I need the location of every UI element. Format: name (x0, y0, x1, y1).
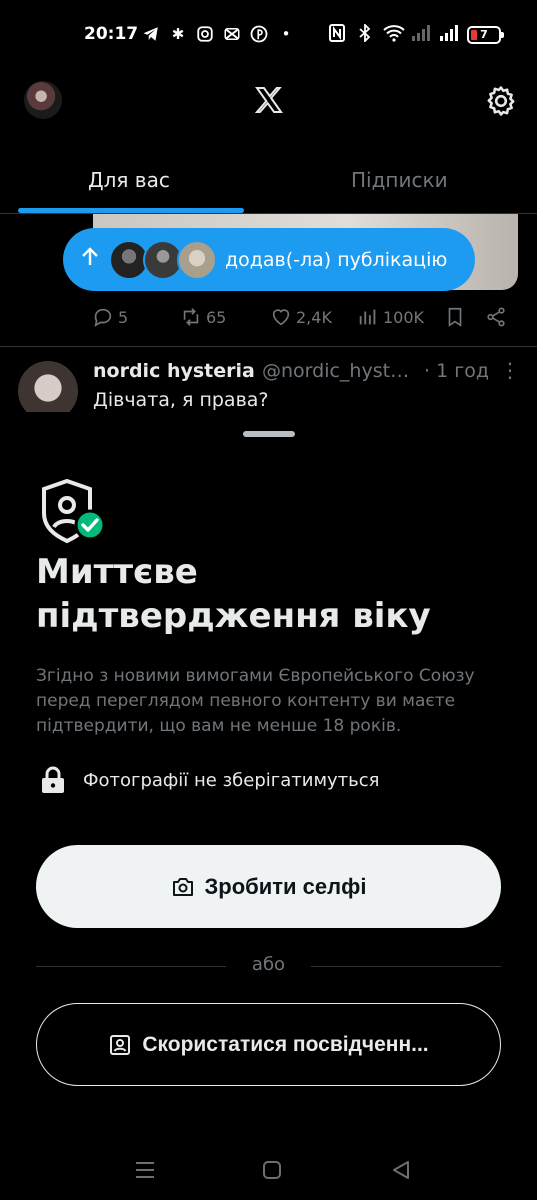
post-author-handle[interactable]: @nordic_hysteria (262, 360, 412, 382)
sheet-description: Згідно з новими вимогами Європейського С… (36, 666, 475, 736)
reply-button[interactable]: 5 (92, 306, 128, 328)
heart-icon (272, 309, 290, 326)
views-icon (359, 309, 376, 325)
active-tab-indicator (18, 208, 244, 213)
divider-line (311, 966, 501, 967)
nfc-icon (327, 24, 347, 46)
status-time: 20:17 (84, 24, 139, 44)
pinterest-icon (250, 25, 268, 43)
privacy-note: Фотографії не зберігатимуться (40, 766, 380, 794)
post-timestamp: · 1 год (424, 360, 489, 382)
use-id-button[interactable]: Скористатися посвідченн... (36, 1003, 501, 1086)
pill-label: додав(-ла) публікацію (225, 248, 448, 271)
menu-icon[interactable] (132, 1157, 158, 1183)
like-button[interactable]: 2,4K (270, 306, 332, 328)
tab-for-you[interactable]: Для вас (88, 168, 170, 192)
dot-icon: • (281, 25, 291, 43)
post-text: Дівчата, я права? (93, 389, 269, 411)
arrow-up-icon (81, 247, 103, 272)
signal-icon (411, 25, 431, 45)
battery-indicator: 7 (467, 26, 504, 44)
gear-icon[interactable] (484, 84, 518, 118)
lock-icon (42, 766, 64, 793)
reply-icon (94, 308, 112, 327)
asterisk-icon: ✱ (171, 25, 185, 43)
avatar (177, 239, 217, 280)
views-button[interactable]: 100K (357, 306, 424, 328)
camera-icon (172, 877, 193, 896)
sheet-drag-handle[interactable] (243, 431, 295, 437)
battery-level: 7 (480, 28, 488, 41)
home-icon[interactable] (259, 1157, 285, 1183)
or-divider: або (36, 952, 501, 982)
like-count: 2,4K (296, 307, 332, 327)
more-options-icon[interactable]: ⋮ (500, 358, 520, 382)
take-selfie-label: Зробити селфі (204, 873, 367, 899)
telegram-icon (142, 25, 160, 43)
capcut-icon (223, 25, 241, 43)
x-logo-icon (254, 87, 283, 113)
views-count: 100K (383, 307, 425, 327)
post-actions: 5 65 2,4K 100K (92, 306, 512, 334)
wifi-icon (383, 24, 405, 46)
feed-divider (0, 346, 537, 347)
sheet-title: Миттєве підтвердження віку (36, 552, 431, 636)
tab-following[interactable]: Підписки (351, 168, 448, 192)
share-button[interactable] (485, 306, 507, 328)
privacy-note-text: Фотографії не зберігатимуться (83, 769, 380, 791)
instagram-icon (196, 25, 214, 43)
new-posts-pill[interactable]: додав(-ла) публікацію (63, 228, 475, 291)
bookmark-button[interactable] (444, 306, 466, 328)
bluetooth-icon (355, 22, 375, 46)
age-verification-sheet: Миттєве підтвердження віку Згідно з нови… (0, 412, 537, 1200)
repost-icon (183, 308, 199, 326)
profile-avatar[interactable] (24, 81, 62, 119)
signal-icon (439, 25, 459, 45)
home-tabs: Для вас Підписки (0, 150, 537, 214)
reply-count: 5 (118, 307, 129, 327)
status-bar: 20:17 ✱ • 7 (0, 0, 537, 72)
system-nav-bar (0, 1140, 537, 1200)
repost-count: 65 (206, 307, 227, 327)
or-label: або (251, 954, 286, 975)
system-icons: 7 (327, 22, 504, 46)
back-icon[interactable] (388, 1157, 414, 1183)
take-selfie-button[interactable]: Зробити селфі (36, 845, 501, 928)
bookmark-icon (448, 307, 462, 327)
post-author-name[interactable]: nordic hysteria (93, 360, 255, 382)
shield-verified-icon (42, 478, 106, 544)
use-id-label: Скористатися посвідченн... (142, 1032, 429, 1056)
repost-button[interactable]: 65 (180, 306, 226, 328)
notification-icons: ✱ • (142, 25, 295, 43)
share-icon (487, 307, 505, 327)
id-card-icon (110, 1034, 131, 1055)
pill-avatars (109, 239, 217, 280)
